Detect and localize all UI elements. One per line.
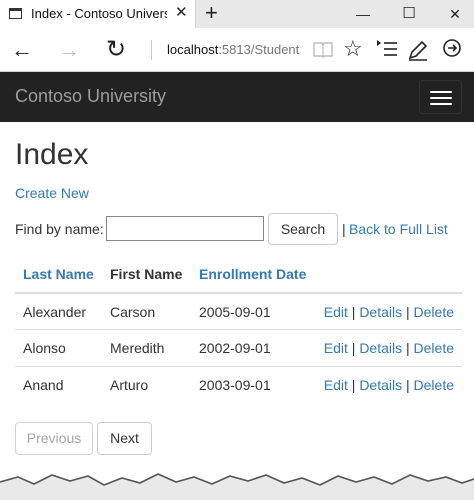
edit-link[interactable]: Edit [324, 377, 348, 393]
delete-link[interactable]: Delete [414, 377, 454, 393]
brand-link[interactable]: Contoso University [15, 86, 166, 107]
column-header-first-name: First Name [102, 256, 191, 294]
delete-link[interactable]: Delete [414, 304, 454, 320]
browser-toolbar: ← → ↻ localhost:5813/Student ☆ [0, 28, 474, 72]
students-table: Last Name First Name Enrollment Date Ale… [15, 256, 462, 403]
new-tab-button[interactable]: + [205, 1, 218, 25]
reading-view-icon[interactable] [313, 41, 333, 58]
cell-first-name: Arturo [102, 365, 191, 403]
hub-icon[interactable] [376, 39, 398, 59]
page-title: Index [15, 138, 89, 171]
details-link[interactable]: Details [359, 304, 402, 320]
sort-last-name-link[interactable]: Last Name [23, 266, 94, 282]
share-icon[interactable] [440, 38, 464, 62]
navbar-toggle-button[interactable] [419, 80, 462, 114]
action-separator: | [351, 303, 356, 320]
find-by-name-label: Find by name: [15, 221, 104, 237]
cell-last-name: Alexander [15, 292, 102, 330]
delete-link[interactable]: Delete [414, 340, 454, 356]
address-divider [151, 40, 152, 60]
tab-close-icon[interactable]: ✕ [175, 4, 188, 22]
page-icon [9, 8, 22, 19]
next-page-button[interactable]: Next [97, 422, 152, 455]
forward-arrow-icon[interactable]: → [54, 35, 84, 65]
edit-link[interactable]: Edit [324, 340, 348, 356]
close-window-button[interactable]: ✕ [440, 3, 470, 25]
cell-first-name: Meredith [102, 329, 191, 366]
action-separator: | [351, 376, 356, 393]
hamburger-icon-bar [430, 91, 452, 93]
torn-edge-decoration [0, 473, 474, 500]
url-host: localhost [167, 42, 219, 57]
column-header-last-name: Last Name [15, 256, 102, 294]
table-row: Anand Arturo 2003-09-01 Edit | Details |… [15, 365, 462, 403]
minimize-button[interactable]: — [348, 3, 378, 25]
create-new-link[interactable]: Create New [15, 185, 89, 201]
details-link[interactable]: Details [359, 377, 402, 393]
tab-title: Index - Contoso Univers [31, 6, 167, 21]
search-button[interactable]: Search [268, 213, 338, 245]
back-arrow-icon[interactable]: ← [7, 35, 37, 65]
cell-enrollment-date: 2003-09-01 [191, 365, 315, 403]
cell-actions: Edit | Details | Delete [315, 365, 462, 403]
site-navbar: Contoso University [0, 72, 474, 122]
sort-enrollment-date-link[interactable]: Enrollment Date [199, 266, 306, 282]
action-separator: | [406, 376, 410, 393]
link-separator: | [342, 221, 346, 237]
favorite-star-icon[interactable]: ☆ [343, 36, 363, 62]
previous-page-button[interactable]: Previous [15, 422, 93, 455]
table-row: Alexander Carson 2005-09-01 Edit | Detai… [15, 292, 462, 330]
maximize-button[interactable]: ☐ [394, 3, 424, 25]
cell-actions: Edit | Details | Delete [315, 329, 462, 366]
browser-tab[interactable]: Index - Contoso Univers ✕ [0, 0, 196, 28]
details-link[interactable]: Details [359, 340, 402, 356]
hamburger-icon-bar [430, 97, 452, 99]
hamburger-icon-bar [430, 103, 452, 105]
column-header-enrollment-date: Enrollment Date [191, 256, 315, 294]
browser-titlebar: Index - Contoso Univers ✕ + — ☐ ✕ [0, 0, 474, 28]
action-separator: | [406, 339, 410, 356]
column-header-actions [315, 256, 462, 294]
address-bar[interactable]: localhost:5813/Student [167, 42, 299, 57]
cell-enrollment-date: 2002-09-01 [191, 329, 315, 366]
table-row: Alonso Meredith 2002-09-01 Edit | Detail… [15, 329, 462, 366]
action-separator: | [351, 339, 356, 356]
refresh-icon[interactable]: ↻ [101, 35, 131, 65]
search-input[interactable] [106, 216, 264, 241]
cell-enrollment-date: 2005-09-01 [191, 292, 315, 330]
edit-link[interactable]: Edit [324, 304, 348, 320]
cell-last-name: Anand [15, 365, 102, 403]
web-note-icon[interactable] [407, 39, 429, 61]
action-separator: | [406, 303, 410, 320]
back-to-full-list-link[interactable]: Back to Full List [349, 221, 448, 237]
table-header-row: Last Name First Name Enrollment Date [15, 256, 462, 294]
url-path: :5813/Student [218, 42, 300, 57]
cell-last-name: Alonso [15, 329, 102, 366]
cell-actions: Edit | Details | Delete [315, 292, 462, 330]
cell-first-name: Carson [102, 292, 191, 330]
